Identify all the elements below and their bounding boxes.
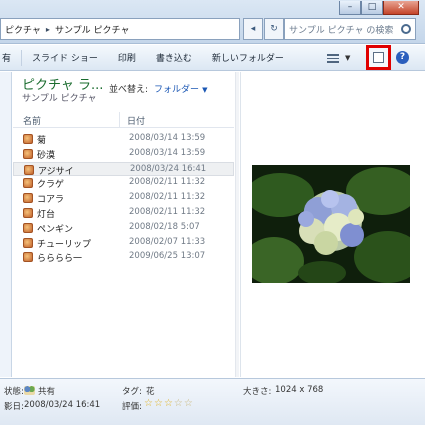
state-text: 共有	[38, 387, 56, 397]
search-input[interactable]: サンプル ピクチャ の検索	[284, 18, 416, 40]
file-name: コアラ	[37, 195, 65, 206]
rating-star-icon[interactable]: ☆	[184, 398, 194, 409]
image-file-icon	[23, 193, 33, 204]
preview-pane-icon	[373, 52, 384, 63]
rating-star-icon[interactable]: ☆	[154, 398, 164, 409]
tag-value[interactable]: 花	[146, 385, 155, 397]
image-file-icon	[23, 134, 33, 144]
file-row[interactable]: コアラ 2008/02/11 11:32	[13, 191, 234, 206]
image-file-icon	[23, 252, 33, 263]
help-icon[interactable]: ?	[396, 51, 409, 64]
file-date: 2008/02/11 11:32	[129, 206, 206, 217]
image-file-icon	[23, 237, 33, 248]
image-file-icon	[24, 164, 34, 175]
column-divider[interactable]	[119, 112, 120, 127]
file-name: クラゲ	[37, 180, 65, 191]
chevron-down-icon[interactable]: ▼	[202, 86, 207, 94]
tag-label: タグ:	[122, 387, 142, 397]
file-date: 2008/03/14 13:59	[129, 133, 206, 143]
file-name: ペンギン	[37, 224, 74, 235]
title-bar: – □ ✕ ピクチャ ▸ サンプル ピクチャ ◂ ↻ サンプル ピクチャ の検索	[0, 0, 425, 44]
file-name: 灯台	[37, 209, 56, 220]
file-date: 2008/02/07 11:33	[129, 236, 206, 247]
file-rows: 菊 2008/03/14 13:59 砂漠 2008/03/14 13:59 アジサ…	[13, 132, 234, 265]
preview-pane	[240, 72, 425, 377]
file-date: 2008/02/18 5:07	[129, 221, 200, 232]
file-list-area: ピクチャ ラ... サンプル ピクチャ 並べ替え: フォルダー ▼ 名前 日付 菊2…	[13, 72, 234, 377]
search-icon[interactable]	[401, 24, 411, 34]
hydrangea-preview-image	[252, 165, 410, 283]
breadcrumb-sample-pictures[interactable]: サンプル ピクチャ	[55, 23, 130, 36]
file-date: 2008/02/11 11:32	[129, 177, 206, 188]
arrange-label: 並べ替え:	[109, 85, 149, 95]
details-pane: 状態: 共有 タグ: 花 大きさ: 1024 x 768 影日: 2008/03…	[0, 378, 425, 425]
close-button[interactable]: ✕	[383, 1, 419, 15]
image-file-icon	[23, 222, 33, 233]
column-headers: 名前 日付	[13, 112, 234, 128]
column-header-name[interactable]: 名前	[23, 114, 41, 127]
navigation-pane-edge[interactable]	[0, 72, 12, 377]
rating-star-icon[interactable]: ☆	[164, 398, 174, 409]
file-row[interactable]: クラゲ 2008/02/11 11:32	[13, 176, 234, 191]
change-view-button[interactable]: ▼	[327, 50, 357, 66]
pane-splitter[interactable]	[235, 72, 239, 377]
command-bar: 有 スライド ショー 印刷 書き込む 新しいフォルダー ▼ ?	[0, 45, 425, 71]
file-row[interactable]: 菊 2008/03/14 13:59	[13, 132, 234, 147]
window-controls: – □ ✕	[339, 1, 419, 15]
print-button[interactable]: 印刷	[108, 51, 146, 64]
size-label: 大きさ:	[243, 387, 272, 397]
breadcrumb-separator-icon[interactable]: ▸	[46, 25, 50, 34]
history-dropdown-icon[interactable]: ◂	[243, 18, 263, 40]
date-value: 2008/03/24 16:41	[24, 400, 101, 410]
view-list-icon	[327, 53, 339, 63]
file-row[interactable]: らららら一 2009/06/25 13:07	[13, 250, 234, 265]
file-name: 砂漠	[37, 150, 56, 161]
file-row-selected[interactable]: アジサイ 2008/03/24 16:41	[13, 161, 234, 177]
size-value: 1024 x 768	[275, 385, 324, 395]
state-label: 状態:	[4, 387, 24, 397]
file-row[interactable]: ペンギン 2008/02/18 5:07	[13, 221, 234, 236]
address-nav: ◂ ↻	[242, 18, 284, 40]
maximize-button[interactable]: □	[361, 1, 383, 15]
file-date: 2008/02/11 11:32	[129, 192, 206, 203]
image-file-icon	[23, 207, 33, 218]
file-date: 2008/03/24 16:41	[130, 163, 207, 174]
search-placeholder: サンプル ピクチャ の検索	[289, 25, 394, 36]
file-date: 2008/03/14 13:59	[129, 147, 206, 158]
arrange-by-dropdown[interactable]: フォルダー	[154, 85, 199, 95]
file-name: らららら一	[37, 254, 83, 265]
burn-button[interactable]: 書き込む	[146, 51, 202, 64]
preview-pane-button[interactable]	[366, 45, 391, 70]
shared-icon	[24, 386, 35, 395]
minimize-button[interactable]: –	[339, 1, 361, 15]
file-row[interactable]: 灯台 2008/02/11 11:32	[13, 206, 234, 221]
rating-stars[interactable]: ☆☆☆☆☆	[144, 398, 194, 409]
file-name: 菊	[37, 136, 47, 146]
file-name: チューリップ	[37, 239, 92, 250]
column-header-date[interactable]: 日付	[127, 114, 145, 127]
image-file-icon	[23, 148, 33, 159]
breadcrumb-pictures[interactable]: ピクチャ	[5, 23, 41, 36]
refresh-icon[interactable]: ↻	[264, 18, 284, 40]
new-folder-button[interactable]: 新しいフォルダー	[202, 51, 294, 64]
file-row[interactable]: チューリップ 2008/02/07 11:33	[13, 236, 234, 251]
toolbar-partial-item[interactable]: 有	[0, 51, 21, 64]
chevron-down-icon[interactable]: ▼	[345, 54, 350, 62]
slideshow-button[interactable]: スライド ショー	[22, 51, 108, 64]
file-row[interactable]: 砂漠 2008/03/14 13:59	[13, 147, 234, 162]
file-name: アジサイ	[38, 166, 74, 177]
date-label: 影日:	[4, 402, 24, 412]
address-bar[interactable]: ピクチャ ▸ サンプル ピクチャ	[0, 18, 240, 40]
rating-label: 評価:	[122, 402, 142, 412]
rating-star-icon[interactable]: ☆	[144, 398, 154, 409]
state-value: 共有	[24, 385, 55, 397]
rating-star-icon[interactable]: ☆	[174, 398, 184, 409]
library-subtitle: サンプル ピクチャ	[22, 94, 97, 104]
image-file-icon	[23, 178, 33, 189]
arrange-by: 並べ替え: フォルダー ▼	[109, 82, 207, 95]
file-date: 2009/06/25 13:07	[129, 251, 206, 262]
